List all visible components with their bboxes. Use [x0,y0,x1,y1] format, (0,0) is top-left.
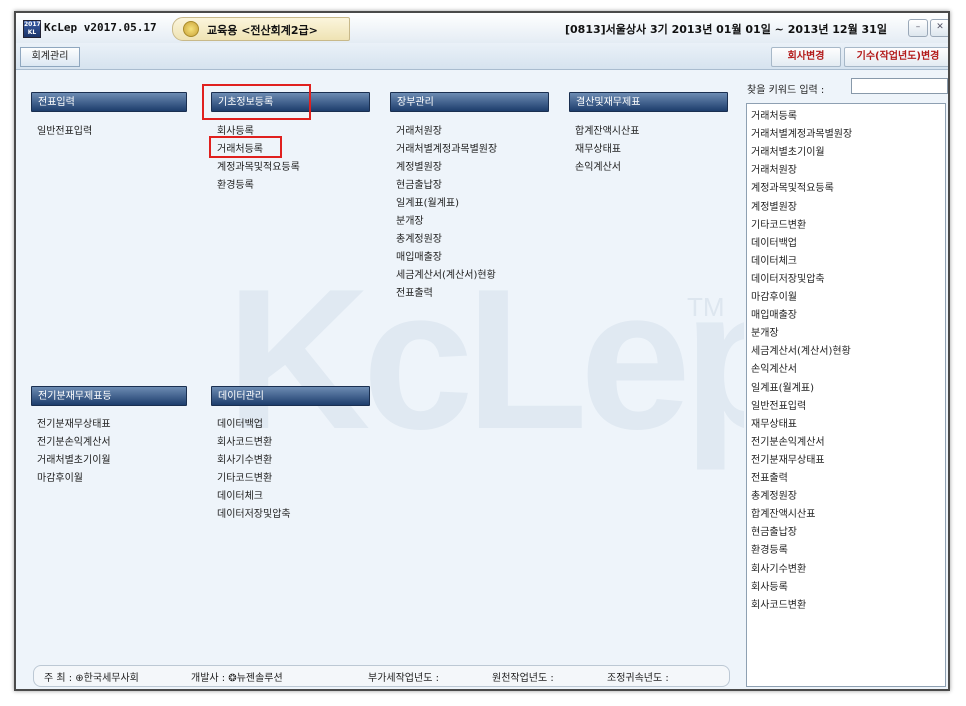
keyword-list-item[interactable]: 회사기수변환 [751,560,806,575]
company-period-info: [0813]서울상사 3기 2013년 01월 01일 ~ 2013년 12월 … [565,23,887,36]
keyword-list-item[interactable]: 계정별원장 [751,198,797,213]
menu-ledger-item[interactable]: 현금출납장 [396,176,442,191]
keyword-list-item[interactable]: 거래처원장 [751,161,797,176]
menu-environment[interactable]: 환경등록 [217,176,254,191]
menu-closing-item[interactable]: 재무상태표 [575,140,621,155]
change-period-button[interactable]: 기수(작업년도)변경 [844,47,948,67]
menu-closing-item[interactable]: 합계잔액시산표 [575,122,639,137]
keyword-list-item[interactable]: 합계잔액시산표 [751,505,815,520]
sub-toolbar: 회계관리 회사변경 기수(작업년도)변경 [16,43,948,70]
footer-host: 주 최 : ⊕한국세무사회 [44,673,139,684]
menu-prior-item[interactable]: 전기분손익계산서 [37,433,111,448]
menu-data-item[interactable]: 데이터체크 [217,487,263,502]
menu-prior-item[interactable]: 마감후이월 [37,469,83,484]
change-company-button[interactable]: 회사변경 [771,47,841,67]
menu-account-summary[interactable]: 계정과목및적요등록 [217,158,300,173]
section-ledger-header: 장부관리 [390,92,549,112]
menu-data-item[interactable]: 회사코드변환 [217,433,272,448]
keyword-list-item[interactable]: 일계표(월계표) [751,379,814,394]
menu-ledger-item[interactable]: 총계정원장 [396,230,442,245]
keyword-list-item[interactable]: 일반전표입력 [751,397,806,412]
keyword-label: 찾을 키워드 입력 : [747,85,825,96]
keyword-list-item[interactable]: 계정과목및적요등록 [751,179,834,194]
minimize-button[interactable]: – [908,19,928,37]
highlight-client-registration [209,136,282,158]
menu-closing-item[interactable]: 손익계산서 [575,158,621,173]
keyword-input[interactable] [851,78,948,94]
trademark-mark: TM [687,292,725,322]
kclep-watermark: KcLep [226,248,805,471]
menu-data-item[interactable]: 회사기수변환 [217,451,272,466]
menu-data-item[interactable]: 데이터저장및압축 [217,505,291,520]
menu-ledger-item[interactable]: 거래처원장 [396,122,442,137]
menu-ledger-item[interactable]: 전표출력 [396,284,433,299]
keyword-list-item[interactable]: 손익계산서 [751,360,797,375]
keyword-list-item[interactable]: 현금출납장 [751,523,797,538]
keyword-list-item[interactable]: 데이터백업 [751,234,797,249]
keyword-list-item[interactable]: 총계정원장 [751,487,797,502]
app-window: 2017 KL KcLep v2017.05.17 교육용 <전산회계2급> [… [14,11,950,691]
app-logo-icon: 2017 KL [23,20,41,38]
keyword-list-item[interactable]: 환경등록 [751,541,788,556]
menu-ledger-item[interactable]: 분개장 [396,212,424,227]
keyword-list-item[interactable]: 분개장 [751,324,779,339]
keyword-list-item[interactable]: 전기분재무상태표 [751,451,825,466]
keyword-list-item[interactable]: 데이터저장및압축 [751,270,825,285]
footer-withholding-year: 원천작업년도 : [492,673,554,684]
menu-ledger-item[interactable]: 매입매출장 [396,248,442,263]
keyword-list-item[interactable]: 기타코드변환 [751,216,806,231]
menu-ledger-item[interactable]: 계정별원장 [396,158,442,173]
section-voucher-header: 전표입력 [31,92,187,112]
menu-prior-item[interactable]: 전기분재무상태표 [37,415,111,430]
keyword-list-item[interactable]: 전표출력 [751,469,788,484]
keyword-list-item[interactable]: 회사코드변환 [751,596,806,611]
title-bar: 2017 KL KcLep v2017.05.17 교육용 <전산회계2급> [… [16,13,948,44]
keyword-list-item[interactable]: 세금계산서(계산서)현황 [751,342,851,357]
close-button[interactable]: ✕ [930,19,948,37]
keyword-list-item[interactable]: 데이터체크 [751,252,797,267]
footer-vat-year: 부가세작업년도 : [368,673,439,684]
keyword-list-item[interactable]: 거래처별초기이월 [751,143,825,158]
keyword-result-list[interactable]: 거래처등록거래처별계정과목별원장거래처별초기이월거래처원장계정과목및적요등록계정… [746,103,946,687]
menu-data-item[interactable]: 기타코드변환 [217,469,272,484]
footer-bar: 주 최 : ⊕한국세무사회 개발사 : ❂뉴젠솔루션 부가세작업년도 : 원천작… [33,665,730,687]
section-data-header: 데이터관리 [211,386,370,406]
menu-ledger-item[interactable]: 일계표(월계표) [396,194,459,209]
menu-ledger-item[interactable]: 세금계산서(계산서)현황 [396,266,496,281]
education-icon [183,21,199,37]
footer-developer: 개발사 : ❂뉴젠솔루션 [191,673,283,684]
section-closing-header: 결산및재무제표 [569,92,728,112]
section-prior-header: 전기분재무제표등 [31,386,187,406]
keyword-list-item[interactable]: 거래처별계정과목별원장 [751,125,852,140]
menu-ledger-item[interactable]: 거래처별계정과목별원장 [396,140,497,155]
keyword-list-item[interactable]: 재무상태표 [751,415,797,430]
highlight-basic-section [202,84,311,120]
keyword-list-item[interactable]: 거래처등록 [751,107,797,122]
keyword-list-item[interactable]: 전기분손익계산서 [751,433,825,448]
menu-area: KcLep TM 전표입력 일반전표입력 기초정보등록 회사등록 거래처등록 계… [16,70,805,689]
keyword-list-item[interactable]: 매입매출장 [751,306,797,321]
keyword-list-item[interactable]: 마감후이월 [751,288,797,303]
menu-general-voucher[interactable]: 일반전표입력 [37,122,92,137]
education-tab[interactable]: 교육용 <전산회계2급> [172,17,350,41]
menu-data-item[interactable]: 데이터백업 [217,415,263,430]
tab-accounting[interactable]: 회계관리 [20,47,80,67]
app-title: KcLep v2017.05.17 [44,21,157,34]
education-label: 교육용 <전산회계2급> [207,24,318,37]
footer-adjust-year: 조정귀속년도 : [607,673,669,684]
menu-prior-item[interactable]: 거래처별초기이월 [37,451,111,466]
menu-company-registration[interactable]: 회사등록 [217,122,254,137]
keyword-search-panel: 찾을 키워드 입력 : 거래처등록거래처별계정과목별원장거래처별초기이월거래처원… [744,70,948,689]
keyword-list-item[interactable]: 회사등록 [751,578,788,593]
